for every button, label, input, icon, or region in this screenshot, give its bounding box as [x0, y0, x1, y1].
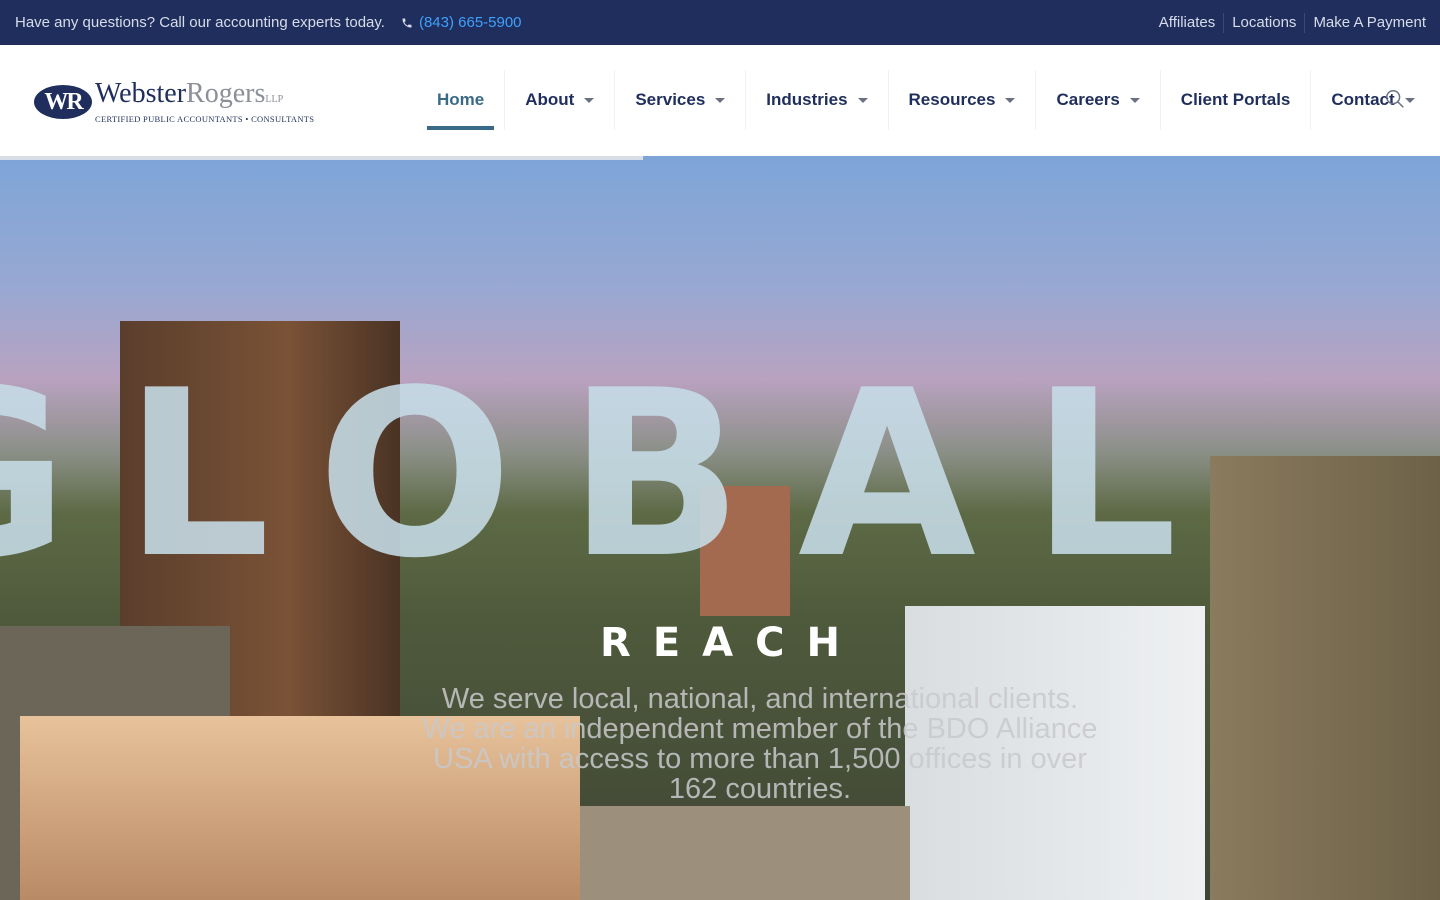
slide-progress-bar	[0, 156, 643, 160]
hero-subheadline: REACH	[600, 620, 862, 666]
caret-down-icon	[1005, 97, 1016, 103]
search-icon[interactable]	[1384, 88, 1406, 110]
nav-contact[interactable]: Contact	[1310, 70, 1434, 130]
nav-client-portals-label: Client Portals	[1180, 90, 1291, 109]
main-nav: Home About Services Industries Resources…	[417, 70, 1435, 130]
nav-about[interactable]: About	[504, 70, 614, 130]
top-bar: Have any questions? Call our accounting …	[0, 0, 1440, 45]
nav-careers-label: Careers	[1056, 90, 1120, 109]
phone-link[interactable]: (843) 665-5900	[401, 14, 522, 31]
nav-resources-label: Resources	[908, 90, 996, 109]
utility-links: Affiliates Locations Make A Payment	[1151, 0, 1426, 45]
nav-careers[interactable]: Careers	[1035, 70, 1159, 130]
nav-resources[interactable]: Resources	[887, 70, 1036, 130]
contact-question: Have any questions? Call our accounting …	[15, 14, 385, 31]
top-bar-contact: Have any questions? Call our accounting …	[15, 0, 522, 45]
nav-home-label: Home	[437, 90, 485, 109]
phone-number: (843) 665-5900	[418, 14, 522, 31]
logo-name-webster: Webster	[95, 77, 187, 109]
phone-icon	[402, 18, 412, 27]
make-payment-link[interactable]: Make A Payment	[1304, 12, 1426, 33]
hero-headline: GLOBAL	[0, 342, 1233, 609]
nav-services[interactable]: Services	[614, 70, 745, 130]
logo-tagline: Certified Public Accountants • Consultan…	[95, 113, 315, 124]
logo-suffix: LLP	[265, 93, 284, 105]
affiliates-link[interactable]: Affiliates	[1151, 13, 1223, 33]
hero-description: We serve local, national, and internatio…	[422, 683, 1098, 805]
site-logo[interactable]: WR WebsterRogersLLP Certified Public Acc…	[34, 77, 315, 124]
nav-services-label: Services	[635, 90, 706, 109]
caret-down-icon	[857, 97, 868, 103]
nav-home[interactable]: Home	[417, 70, 504, 130]
nav-client-portals[interactable]: Client Portals	[1159, 70, 1311, 130]
caret-down-icon	[1404, 97, 1415, 103]
locations-link[interactable]: Locations	[1223, 12, 1304, 33]
logo-name: WebsterRogersLLP	[95, 77, 314, 113]
nav-industries[interactable]: Industries	[745, 70, 887, 130]
logo-words: WebsterRogersLLP Certified Public Accoun…	[95, 77, 315, 124]
nav-industries-label: Industries	[766, 90, 848, 109]
site-header: WR WebsterRogersLLP Certified Public Acc…	[0, 45, 1440, 156]
caret-down-icon	[715, 97, 726, 103]
caret-down-icon	[584, 97, 595, 103]
logo-name-rogers: Rogers	[186, 77, 266, 109]
nav-about-label: About	[525, 90, 575, 109]
hero-banner: GLOBAL REACH We serve local, national, a…	[0, 156, 1440, 900]
logo-mark: WR	[34, 85, 92, 119]
hero-building	[580, 806, 910, 900]
caret-down-icon	[1129, 97, 1140, 103]
